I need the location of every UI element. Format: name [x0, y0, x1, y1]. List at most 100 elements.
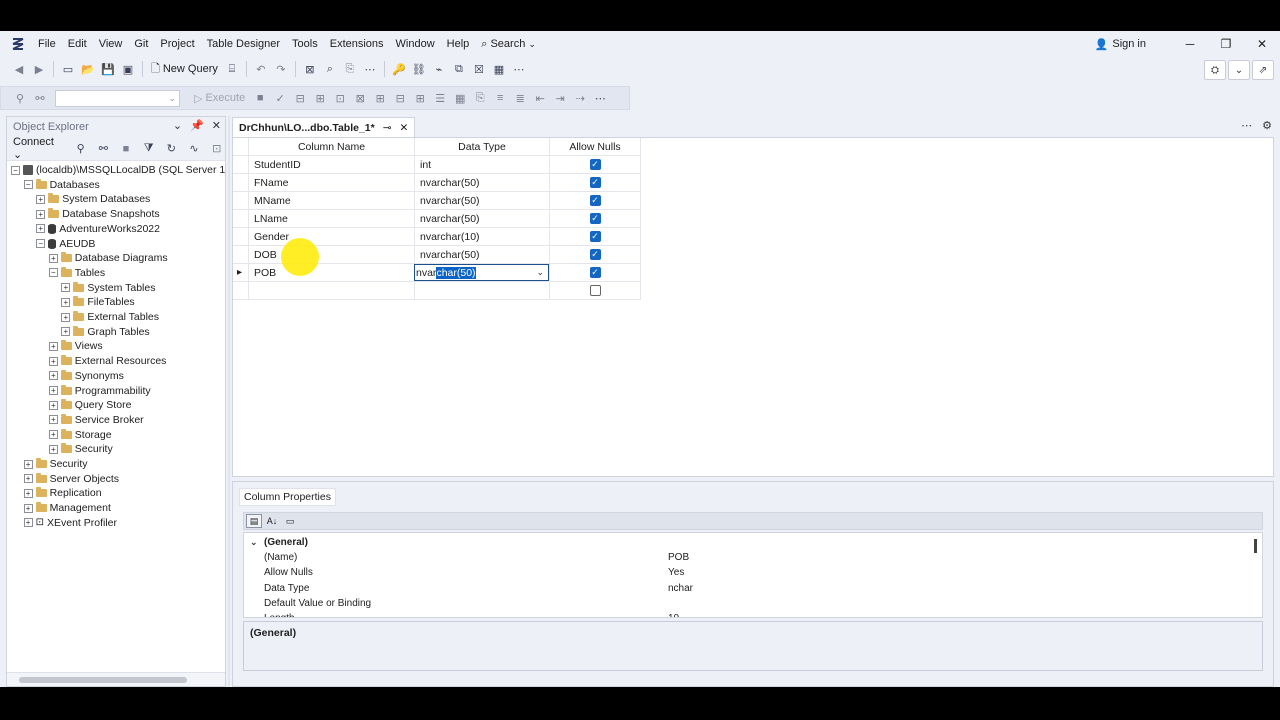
column-name-cell[interactable]: DOB	[249, 246, 415, 264]
table-row[interactable]: FName nvarchar(50) ✓	[233, 174, 641, 192]
overflow-icon[interactable]: ⋯	[1241, 119, 1252, 132]
results-grid-icon[interactable]: ▦	[451, 89, 469, 107]
alphabetical-icon[interactable]: A↓	[264, 514, 280, 528]
expand-icon[interactable]: +	[48, 430, 58, 440]
database-selector[interactable]: ⌄	[55, 89, 180, 107]
debug-icon[interactable]: ⊟	[291, 89, 309, 107]
menu-item-project[interactable]: Project	[154, 31, 200, 57]
expand-icon[interactable]: +	[48, 356, 58, 366]
chevron-down-icon[interactable]: ⌄	[1228, 60, 1250, 80]
row-header[interactable]	[233, 282, 249, 300]
include-plan-icon[interactable]: ⊞	[371, 89, 389, 107]
query-options-icon[interactable]: ⊡	[331, 89, 349, 107]
allow-nulls-cell[interactable]: ✓	[550, 156, 641, 174]
properties-category[interactable]: ⌄ (General)	[244, 535, 1252, 550]
expand-icon[interactable]: +	[36, 194, 46, 204]
intellisense-icon[interactable]: ⊠	[351, 89, 369, 107]
menu-item-table-designer[interactable]: Table Designer	[201, 31, 286, 57]
menu-item-file[interactable]: File	[32, 31, 62, 57]
column-name-cell[interactable]: POB	[249, 264, 415, 282]
chevron-down-icon[interactable]: ⌄	[173, 119, 182, 132]
table-row[interactable]: LName nvarchar(50) ✓	[233, 210, 641, 228]
menu-item-edit[interactable]: Edit	[62, 31, 93, 57]
tree-node[interactable]: + Database Snapshots	[36, 207, 160, 221]
tree-node[interactable]: + Synonyms	[48, 369, 124, 383]
tree-node[interactable]: + External Tables	[61, 310, 159, 324]
decrease-indent-icon[interactable]: ⇤	[531, 89, 549, 107]
property-row[interactable]: (Name) POB	[244, 550, 1252, 565]
expand-icon[interactable]: +	[48, 415, 58, 425]
menu-item-tools[interactable]: Tools	[286, 31, 324, 57]
collapse-icon[interactable]: −	[48, 268, 58, 278]
client-stats-icon[interactable]: ⊞	[411, 89, 429, 107]
restore-button[interactable]: ❐	[1208, 31, 1244, 57]
expand-icon[interactable]: +	[48, 253, 58, 263]
data-type-cell[interactable]: nvarchar(50)	[415, 174, 550, 192]
collapse-icon[interactable]: −	[36, 239, 46, 248]
property-row[interactable]: Length 10	[244, 611, 1252, 617]
settings-icon[interactable]: ⚙	[1262, 119, 1272, 132]
undo-icon[interactable]: ↶	[252, 60, 270, 78]
check-constraints-icon[interactable]: ☒	[470, 60, 488, 78]
forward-icon[interactable]: ▶	[30, 60, 48, 78]
activity-icon[interactable]: ∿	[186, 140, 203, 158]
template-icon[interactable]: ⎘	[341, 60, 359, 78]
expand-icon[interactable]: +	[48, 444, 58, 454]
data-type-cell[interactable]: int	[415, 156, 550, 174]
data-type-combo[interactable]: nvar char(50) ⌄	[414, 264, 549, 281]
row-header[interactable]	[233, 228, 249, 246]
column-name-cell[interactable]: FName	[249, 174, 415, 192]
primary-key-icon[interactable]: 🔑	[390, 60, 408, 78]
tree-node[interactable]: + Graph Tables	[61, 325, 150, 339]
allow-nulls-cell[interactable]: ✓	[550, 192, 641, 210]
allow-nulls-checkbox[interactable]: ✓	[589, 177, 601, 188]
allow-nulls-checkbox[interactable]: ✓	[589, 213, 601, 224]
data-type-cell[interactable]: nvar char(50) ⌄	[414, 264, 550, 282]
specify-values-icon[interactable]: ⇢	[571, 89, 589, 107]
menu-item-help[interactable]: Help	[441, 31, 476, 57]
search-menu[interactable]: ⌕ Search ⌄	[475, 38, 542, 51]
tree-node[interactable]: + Storage	[48, 428, 112, 442]
row-header[interactable]: ▸	[233, 264, 249, 282]
expand-icon[interactable]: +	[23, 474, 33, 484]
tree-node[interactable]: + Query Store	[48, 398, 131, 412]
results-text-icon[interactable]: ☰	[431, 89, 449, 107]
spatial-indexes-icon[interactable]: ▦	[490, 60, 508, 78]
increase-indent-icon[interactable]: ⇥	[551, 89, 569, 107]
allow-nulls-cell[interactable]: ✓	[550, 246, 641, 264]
tree-node[interactable]: + System Databases	[36, 192, 150, 206]
expand-icon[interactable]: +	[61, 283, 71, 293]
column-name-cell[interactable]: StudentID	[249, 156, 415, 174]
expand-icon[interactable]: +	[23, 518, 33, 528]
expand-icon[interactable]: +	[23, 459, 33, 469]
property-value[interactable]: 10	[668, 613, 679, 617]
relationships-icon[interactable]: ⛓	[410, 60, 428, 78]
column-name-cell[interactable]: MName	[249, 192, 415, 210]
tree-node[interactable]: + AdventureWorks2022	[36, 222, 160, 236]
overflow-icon-2[interactable]: ⋯	[510, 60, 528, 78]
expand-icon[interactable]: +	[61, 327, 71, 337]
expand-icon[interactable]: +	[48, 386, 58, 395]
change-connection-icon[interactable]: ⚯	[31, 89, 49, 107]
property-value[interactable]: POB	[668, 552, 689, 563]
tree-node[interactable]: + Management	[23, 501, 111, 515]
ssms-logo-icon[interactable]	[8, 34, 28, 54]
expand-icon[interactable]: +	[36, 224, 46, 234]
row-header[interactable]	[233, 210, 249, 228]
tree-node[interactable]: + External Resources	[48, 354, 166, 368]
allow-nulls-checkbox[interactable]: ✓	[589, 249, 601, 260]
allow-nulls-cell[interactable]	[550, 282, 641, 300]
allow-nulls-cell[interactable]: ✓	[550, 228, 641, 246]
new-project-icon[interactable]: ▭	[59, 60, 77, 78]
menu-item-view[interactable]: View	[93, 31, 129, 57]
tree-node[interactable]: − (localdb)\MSSQLLocalDB (SQL Server 17.0…	[11, 163, 225, 177]
expand-icon[interactable]: +	[61, 312, 71, 322]
row-header[interactable]	[233, 246, 249, 264]
save-all-icon[interactable]: ▣	[119, 60, 137, 78]
menu-item-git[interactable]: Git	[128, 31, 154, 57]
tab-table-designer[interactable]: DrChhun\LO...dbo.Table_1* ⊸ ✕	[232, 117, 416, 137]
property-pages-icon[interactable]: ▭	[282, 514, 298, 528]
table-row[interactable]: StudentID int ✓	[233, 156, 641, 174]
allow-nulls-checkbox[interactable]: ✓	[589, 231, 601, 242]
categorized-icon[interactable]: ▤	[246, 514, 262, 528]
